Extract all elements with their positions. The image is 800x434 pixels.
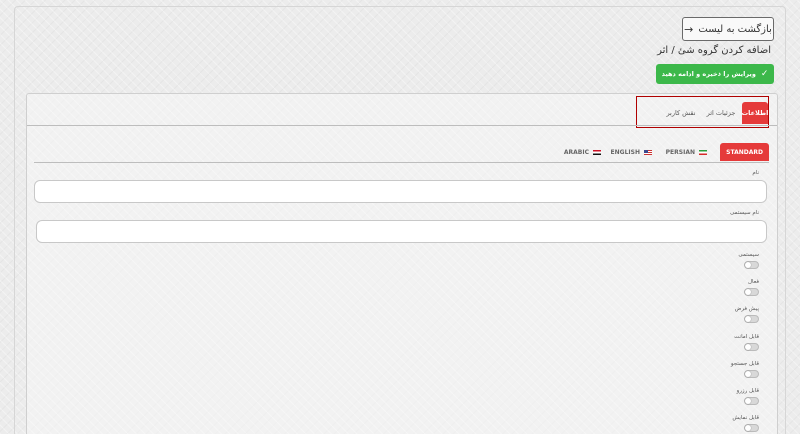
back-to-list-button[interactable]: بازگشت به لیست → [682, 17, 774, 41]
system-name-input[interactable] [36, 220, 767, 243]
toggle-displayable[interactable] [744, 424, 759, 432]
page-container: بازگشت به لیست → اضافه کردن گروه شئ / اث… [14, 6, 786, 434]
toggle-system[interactable] [744, 261, 759, 269]
lang-tab-arabic[interactable]: ARABIC [564, 143, 601, 161]
tab-information[interactable]: اطلاعات [742, 102, 768, 124]
toggle-label-lendable: قابل امانت [734, 334, 759, 340]
lang-tab-english[interactable]: ENGLISH [611, 143, 652, 161]
name-input[interactable] [34, 180, 767, 203]
save-and-continue-button[interactable]: ✓ ویرایش را ذخیره و ادامه دهید [656, 64, 774, 84]
page-title: اضافه کردن گروه شئ / اثر [657, 45, 771, 56]
toggle-lendable[interactable] [744, 343, 759, 351]
form-panel: اطلاعات جزئیات اثر نقش کاربر STANDARD PE… [26, 93, 778, 434]
toggle-default[interactable] [744, 315, 759, 323]
lang-tab-standard[interactable]: STANDARD [720, 143, 769, 161]
languages-divider [34, 162, 769, 163]
toggle-label-displayable: قابل نمایش [732, 415, 759, 421]
toggle-searchable[interactable] [744, 370, 759, 378]
lang-label: PERSIAN [665, 148, 695, 156]
us-flag-icon [644, 149, 652, 155]
egypt-flag-icon [593, 149, 601, 155]
tabs-divider [27, 125, 777, 126]
tab-object-details[interactable]: جزئیات اثر [702, 102, 740, 124]
toggle-label-active: فعال [748, 279, 759, 285]
lang-label: STANDARD [726, 148, 763, 156]
name-label: نام [752, 170, 759, 176]
checkmark-icon: ✓ [760, 69, 769, 79]
system-name-label: نام سیستمی [730, 210, 759, 216]
toggle-active[interactable] [744, 288, 759, 296]
toggle-label-searchable: قابل جستجو [730, 361, 759, 367]
save-label: ویرایش را ذخیره و ادامه دهید [661, 70, 756, 78]
lang-label: ARABIC [563, 148, 589, 156]
tab-user-role[interactable]: نقش کاربر [662, 102, 700, 124]
toggle-label-system: سیستمی [738, 252, 759, 258]
lang-label: ENGLISH [610, 148, 640, 156]
lang-tab-persian[interactable]: PERSIAN [666, 143, 707, 161]
iran-flag-icon [699, 149, 707, 155]
arrow-right-icon: → [684, 22, 694, 36]
toggle-label-default: پیش فرض [734, 306, 759, 312]
toggle-reservable[interactable] [744, 397, 759, 405]
toggle-label-reservable: قابل رزرو [736, 388, 759, 394]
back-label: بازگشت به لیست [698, 23, 772, 35]
